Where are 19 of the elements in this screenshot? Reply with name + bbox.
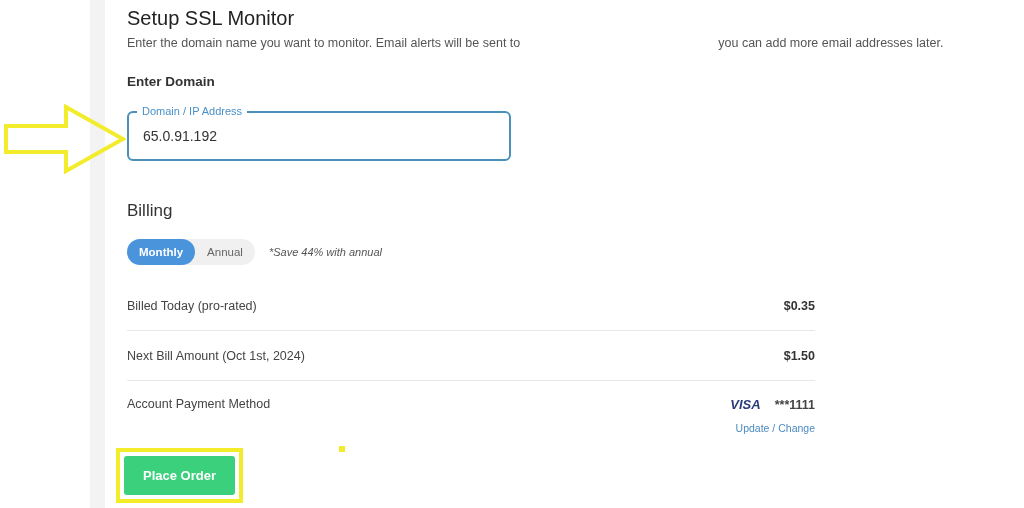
update-link[interactable]: Update / Change xyxy=(735,422,815,434)
dot-mark xyxy=(339,446,345,452)
billing-label: Billed Today (pro-rated) xyxy=(127,298,257,313)
card-number: ***1111 xyxy=(774,397,815,412)
section-heading: Billing xyxy=(127,201,174,221)
description-text: you can add more email addresses later. xyxy=(718,36,944,50)
billing-amount: $1.50 xyxy=(783,348,815,363)
section-heading: Enter Domain xyxy=(127,74,216,89)
billing-amount: $0.35 xyxy=(783,298,815,313)
payment-label: Account Payment Method xyxy=(127,397,271,413)
field-label: Domain / IP Address xyxy=(137,105,248,117)
page-title: Setup SSL Monitor xyxy=(127,6,296,31)
period-tab[interactable]: Annual xyxy=(195,239,255,265)
description-text: Enter the domain name you want to monitor. Email alerts will be sent to xyxy=(127,36,521,50)
card-brand-logo: VISA xyxy=(730,397,761,412)
savings-note: *Save 44% with annual xyxy=(268,246,383,258)
period-tab[interactable]: Monthly xyxy=(127,239,196,265)
place-order-button[interactable]: Place Order xyxy=(124,456,235,495)
billing-label: Next Bill Amount (Oct 1st, 2024) xyxy=(127,348,305,363)
